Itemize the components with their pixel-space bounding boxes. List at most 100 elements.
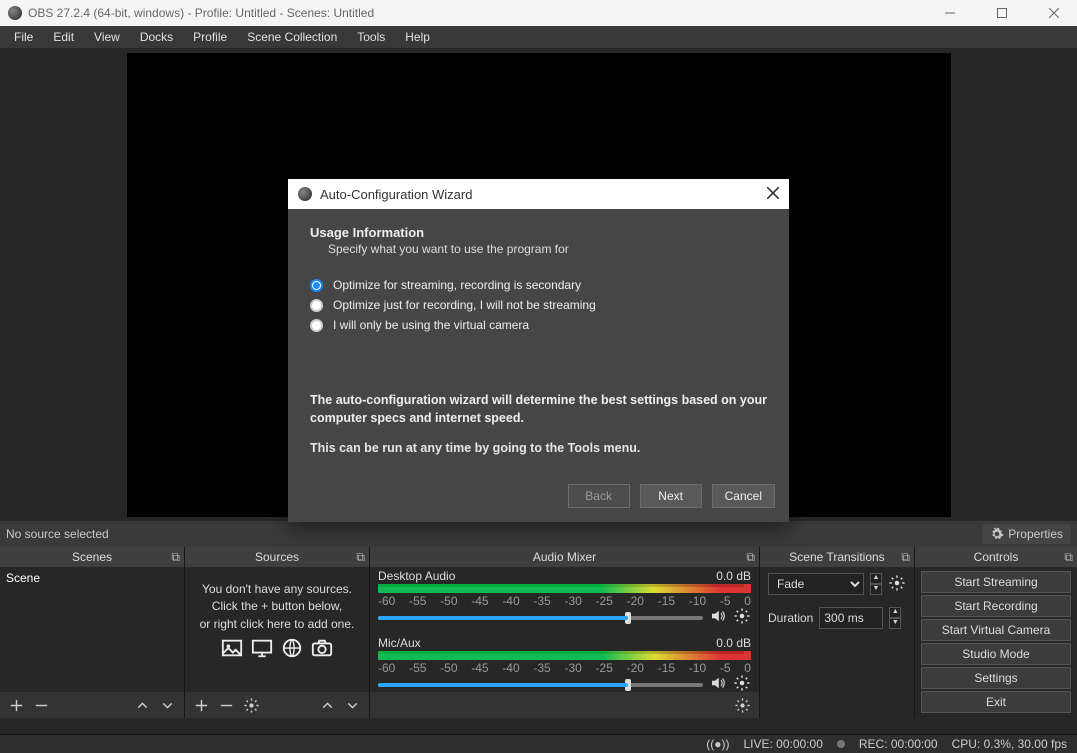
radio-label: Optimize for streaming, recording is sec…	[333, 278, 581, 292]
transition-select[interactable]: Fade	[768, 573, 864, 595]
move-down-icon[interactable]	[344, 697, 361, 714]
radio-label: Optimize just for recording, I will not …	[333, 298, 596, 312]
close-icon[interactable]	[767, 187, 779, 202]
start-recording-button[interactable]: Start Recording	[921, 595, 1071, 617]
gear-icon[interactable]	[888, 574, 906, 595]
usage-heading: Usage Information	[310, 225, 767, 240]
sources-body[interactable]: You don't have any sources. Click the + …	[185, 567, 369, 692]
cancel-button[interactable]: Cancel	[712, 484, 775, 508]
display-icon	[251, 637, 273, 659]
menu-scene-collection[interactable]: Scene Collection	[237, 27, 347, 47]
channel-db: 0.0 dB	[716, 636, 751, 650]
move-up-icon[interactable]	[319, 697, 336, 714]
sources-empty-2: Click the + button below,	[197, 598, 357, 615]
properties-label: Properties	[1008, 527, 1063, 541]
transitions-title: Scene Transitions	[789, 550, 884, 564]
channel-db: 0.0 dB	[716, 569, 751, 583]
record-dot-icon	[837, 740, 845, 748]
audio-mixer-dock: Audio Mixer ⧉ Desktop Audio 0.0 dB -60-55-…	[370, 547, 760, 718]
popout-icon[interactable]: ⧉	[171, 550, 180, 565]
mixer-channel-desktop: Desktop Audio 0.0 dB -60-55-50-45-40-35-3…	[370, 567, 759, 634]
gear-icon[interactable]	[733, 607, 751, 628]
move-up-icon[interactable]	[134, 697, 151, 714]
dialog-title: Auto-Configuration Wizard	[320, 187, 472, 202]
globe-icon	[281, 637, 303, 659]
obs-logo-icon	[8, 6, 22, 20]
volume-slider[interactable]	[378, 616, 703, 620]
move-down-icon[interactable]	[159, 697, 176, 714]
menu-profile[interactable]: Profile	[183, 27, 237, 47]
start-streaming-button[interactable]: Start Streaming	[921, 571, 1071, 593]
menu-bar: File Edit View Docks Profile Scene Colle…	[0, 26, 1077, 48]
gear-icon[interactable]	[243, 697, 260, 714]
properties-button[interactable]: Properties	[982, 524, 1071, 544]
remove-icon[interactable]	[33, 697, 50, 714]
speaker-icon[interactable]	[709, 607, 727, 628]
channel-name: Desktop Audio	[378, 569, 455, 583]
controls-dock: Controls⧉ Start Streaming Start Recordin…	[915, 547, 1077, 718]
gear-icon	[990, 527, 1004, 541]
radio-icon	[310, 299, 323, 312]
add-icon[interactable]	[193, 697, 210, 714]
radio-optimize-recording[interactable]: Optimize just for recording, I will not …	[310, 298, 767, 312]
transition-updown[interactable]: ▲▼	[870, 573, 882, 595]
radio-optimize-streaming[interactable]: Optimize for streaming, recording is sec…	[310, 278, 767, 292]
no-source-label: No source selected	[6, 527, 109, 541]
duration-updown[interactable]: ▲▼	[889, 607, 901, 629]
back-button[interactable]: Back	[568, 484, 630, 508]
status-live: LIVE: 00:00:00	[743, 737, 822, 751]
settings-button[interactable]: Settings	[921, 667, 1071, 689]
window-title: OBS 27.2.4 (64-bit, windows) - Profile: …	[28, 6, 374, 20]
wizard-note-2: This can be run at any time by going to …	[310, 441, 767, 455]
radio-virtual-camera[interactable]: I will only be using the virtual camera	[310, 318, 767, 332]
channel-name: Mic/Aux	[378, 636, 421, 650]
gear-icon[interactable]	[734, 697, 751, 714]
sources-title: Sources	[255, 550, 299, 564]
popout-icon[interactable]: ⧉	[356, 550, 365, 565]
popout-icon[interactable]: ⧉	[901, 550, 910, 565]
gear-icon[interactable]	[733, 674, 751, 692]
scenes-footer	[0, 692, 184, 718]
scenes-header: Scenes ⧉	[0, 547, 184, 567]
popout-icon[interactable]: ⧉	[746, 550, 755, 565]
obs-logo-icon	[298, 187, 312, 201]
menu-edit[interactable]: Edit	[43, 27, 84, 47]
duration-input[interactable]	[819, 607, 883, 629]
next-button[interactable]: Next	[640, 484, 702, 508]
popout-icon[interactable]: ⧉	[1064, 550, 1073, 565]
mixer-channel-mic: Mic/Aux 0.0 dB -60-55-50-45-40-35-30-25-2…	[370, 634, 759, 692]
status-rec: REC: 00:00:00	[859, 737, 938, 751]
maximize-button[interactable]	[979, 0, 1025, 26]
duration-label: Duration	[768, 611, 813, 625]
scene-item[interactable]: Scene	[0, 567, 184, 589]
menu-tools[interactable]: Tools	[347, 27, 395, 47]
radio-icon	[310, 319, 323, 332]
broadcast-icon: ((●))	[706, 737, 729, 751]
start-virtual-camera-button[interactable]: Start Virtual Camera	[921, 619, 1071, 641]
sources-dock: Sources ⧉ You don't have any sources. Cli…	[185, 547, 370, 718]
radio-label: I will only be using the virtual camera	[333, 318, 529, 332]
add-icon[interactable]	[8, 697, 25, 714]
meter-ticks: -60-55-50-45-40-35-30-25-20-15-10-50	[378, 594, 751, 608]
menu-view[interactable]: View	[84, 27, 130, 47]
status-bar: ((●)) LIVE: 00:00:00 REC: 00:00:00 CPU: …	[0, 734, 1077, 753]
studio-mode-button[interactable]: Studio Mode	[921, 643, 1071, 665]
menu-file[interactable]: File	[4, 27, 43, 47]
docks-row: Scenes ⧉ Scene Sources ⧉ You don't have a…	[0, 547, 1077, 718]
volume-slider[interactable]	[378, 683, 703, 687]
close-button[interactable]	[1031, 0, 1077, 26]
menu-help[interactable]: Help	[395, 27, 440, 47]
remove-icon[interactable]	[218, 697, 235, 714]
usage-subheading: Specify what you want to use the program…	[328, 242, 767, 256]
dialog-titlebar[interactable]: Auto-Configuration Wizard	[288, 179, 789, 209]
speaker-icon[interactable]	[709, 674, 727, 692]
exit-button[interactable]: Exit	[921, 691, 1071, 713]
camera-icon	[311, 637, 333, 659]
minimize-button[interactable]	[927, 0, 973, 26]
meter-ticks: -60-55-50-45-40-35-30-25-20-15-10-50	[378, 661, 751, 675]
sources-empty-1: You don't have any sources.	[197, 581, 357, 598]
window-titlebar: OBS 27.2.4 (64-bit, windows) - Profile: …	[0, 0, 1077, 26]
status-cpu: CPU: 0.3%, 30.00 fps	[952, 737, 1067, 751]
mixer-title: Audio Mixer	[533, 550, 596, 564]
menu-docks[interactable]: Docks	[130, 27, 183, 47]
